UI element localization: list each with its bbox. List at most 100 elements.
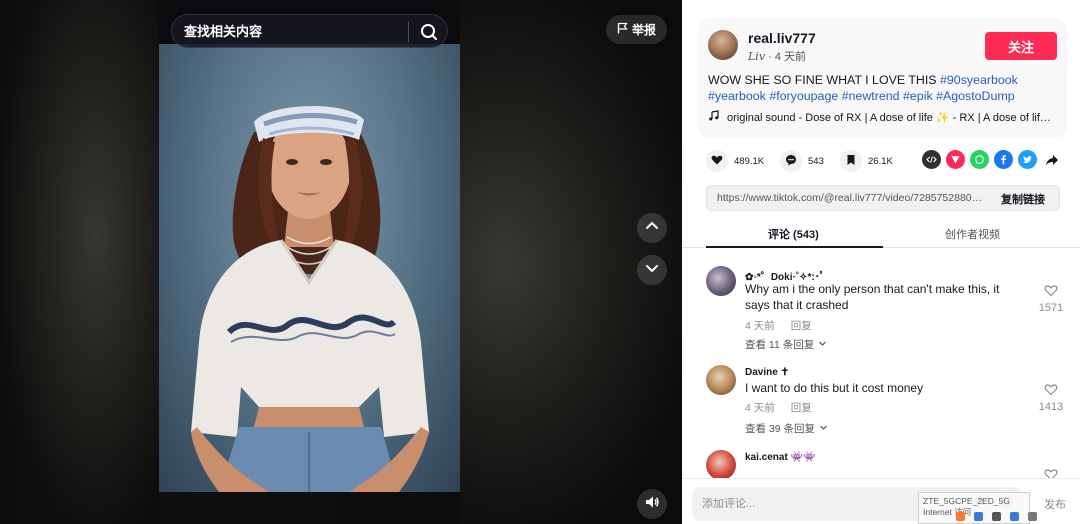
active-tab-indicator [706,246,883,248]
author-avatar[interactable] [708,30,738,60]
search-divider [408,22,409,42]
heart-outline-icon[interactable] [1036,383,1066,399]
chevron-down-icon [819,423,828,435]
author-card: real.liv777 Liv · 4 天前 关注 WOW SHE SO FIN… [698,18,1067,138]
tray-app-icon[interactable] [956,512,965,521]
share-arrow-icon[interactable] [1042,150,1061,169]
hashtag-link[interactable]: #epik [903,89,933,103]
meta-separator: · [768,51,775,63]
commenter-avatar[interactable] [706,266,736,296]
action-bar: 489.1K 543 26.1K [706,150,1066,172]
author-signature: Liv [748,50,766,63]
flag-icon [617,22,628,37]
video-description: WOW SHE SO FINE WHAT I LOVE THIS #90syea… [708,72,1053,104]
view-replies-link[interactable]: 查看 11 条回复 [745,337,827,352]
music-note-icon [708,110,719,124]
like-count: 489.1K [734,155,765,167]
send-to-friends-icon[interactable] [946,150,965,169]
search-bar [171,14,448,48]
video-frame-image [191,105,429,492]
view-replies-link[interactable]: 查看 39 条回复 [745,421,828,436]
tray-app-icon[interactable] [992,512,1001,521]
volume-button[interactable] [637,489,667,519]
previous-video-button[interactable] [637,213,667,243]
comment-count: 543 [808,155,824,167]
music-title-link[interactable]: original sound - Dose of RX | A dose of … [727,111,1053,124]
heart-outline-icon[interactable] [1036,284,1066,300]
chevron-down-icon [818,339,827,351]
reply-button[interactable]: 回复 [791,400,812,415]
commenter-avatar[interactable] [706,365,736,395]
system-tray [956,512,1080,524]
save-button[interactable] [840,150,862,172]
comment-text: Why am i the only person that can't make… [745,282,1000,312]
facebook-icon[interactable] [994,150,1013,169]
author-username[interactable]: real.liv777 [748,30,816,46]
bookmark-icon [845,154,857,169]
commenter-username[interactable]: Davine ✝ [745,367,789,378]
heart-outline-icon[interactable] [1036,468,1066,478]
comment-item: Davine ✝ I want to do this but it cost m… [706,365,1066,440]
tray-app-icon[interactable] [1028,512,1037,521]
comment-time: 4 天前 [745,402,775,414]
report-button[interactable]: 举报 [606,15,667,44]
like-action: 489.1K [706,150,764,172]
comment-meta: 4 天前 回复 [745,318,812,333]
comment-button[interactable] [780,150,802,172]
hashtag-link[interactable]: #yearbook [708,89,766,103]
copy-link-button[interactable]: 复制链接 [1001,191,1045,207]
save-action: 26.1K [840,150,893,172]
comment-like-count: 1571 [1038,302,1064,314]
network-name: ZTE_5GCPE_2ED_5G [923,496,1010,506]
twitter-icon[interactable] [1018,150,1037,169]
search-input[interactable] [184,15,404,47]
share-link-box: https://www.tiktok.com/@real.liv777/vide… [706,185,1060,211]
embed-code-icon[interactable] [922,150,941,169]
search-icon[interactable] [416,19,442,45]
music-row: original sound - Dose of RX | A dose of … [708,110,1053,124]
comment-text: I want to do this but it cost money [745,381,924,395]
hashtag-link[interactable]: #foryoupage [769,89,838,103]
tab-creator-videos[interactable]: 创作者视频 [945,226,1000,242]
comment-bubble-icon [785,154,797,169]
tray-app-icon[interactable] [1010,512,1019,521]
blurred-backdrop-left [0,0,160,524]
chevron-up-icon [644,218,660,239]
comment-item: kai.cenat 👾👾 [706,450,1066,478]
follow-button[interactable]: 关注 [985,32,1057,60]
whatsapp-icon[interactable] [970,150,989,169]
author-meta: Liv · 4 天前 [748,48,806,64]
hashtag-link[interactable]: #AgostoDump [936,89,1015,103]
hashtag-link[interactable]: #90syearbook [940,73,1018,87]
heart-icon [711,154,723,169]
tab-bar: 评论 (543) 创作者视频 [682,220,1080,248]
comment-like: 1413 [1036,383,1066,413]
comment-like: 1571 [1036,284,1066,314]
video-player[interactable] [159,42,460,492]
reply-button[interactable]: 回复 [791,318,812,333]
view-replies-label: 查看 39 条回复 [745,423,816,435]
comment-like [1036,468,1066,478]
save-count: 26.1K [868,155,893,167]
tray-app-icon[interactable] [974,512,983,521]
commenter-avatar[interactable] [706,450,736,478]
post-comment-button[interactable]: 发布 [1044,496,1066,512]
video-details-panel: real.liv777 Liv · 4 天前 关注 WOW SHE SO FIN… [682,0,1080,524]
comment-item: ✿◦*゜Doki·˚✧*:･ﾟ Why am i the only person… [706,266,1066,356]
commenter-username[interactable]: kai.cenat 👾👾 [745,452,815,463]
comment-action: 543 [780,150,824,172]
comment-time: 4 天前 [745,320,775,332]
like-button[interactable] [706,150,728,172]
hashtag-link[interactable]: #newtrend [842,89,900,103]
next-video-button[interactable] [637,255,667,285]
comment-meta: 4 天前 回复 [745,400,812,415]
view-replies-label: 查看 11 条回复 [745,339,815,351]
comment-like-count: 1413 [1038,401,1064,413]
video-stage: 举报 [0,0,682,524]
report-label: 举报 [631,23,656,37]
chevron-down-icon [644,260,660,281]
video-url[interactable]: https://www.tiktok.com/@real.liv777/vide… [717,192,985,204]
speaker-icon [644,494,660,515]
post-time: 4 天前 [774,51,807,63]
tab-comments[interactable]: 评论 (543) [768,226,819,242]
